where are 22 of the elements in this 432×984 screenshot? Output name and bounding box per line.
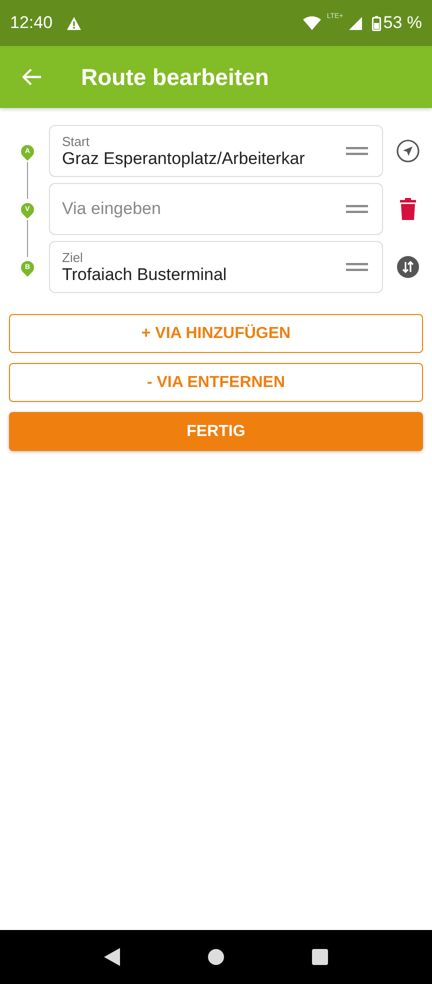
stop-field[interactable]: Ziel Trofaiach Busterminal	[49, 241, 383, 293]
wifi-icon	[302, 16, 321, 30]
field-label: Start	[62, 134, 90, 148]
warning-icon	[66, 16, 81, 30]
swap-icon[interactable]	[396, 255, 420, 279]
input-field[interactable]: Via eingeben	[62, 199, 342, 219]
battery-icon	[372, 16, 382, 30]
signal-icon	[349, 16, 362, 30]
input-field[interactable]: Trofaiach Busterminal	[62, 264, 342, 284]
drag-handle-icon[interactable]	[346, 205, 368, 213]
field-label: Ziel	[62, 250, 84, 264]
back-nav-icon[interactable]	[104, 948, 120, 966]
locate-icon[interactable]	[396, 139, 420, 163]
battery-level: 53 %	[383, 13, 422, 33]
stop-field[interactable]: Via eingeben	[49, 183, 383, 235]
drag-handle-icon[interactable]	[346, 263, 368, 271]
home-nav-icon[interactable]	[208, 949, 224, 965]
input-field[interactable]: Graz Esperantoplatz/Arbeiterkar	[62, 148, 342, 168]
screen-title: Route bearbeiten	[81, 64, 269, 90]
clock: 12:40	[10, 13, 53, 33]
drag-handle-icon[interactable]	[346, 147, 368, 155]
stop-field[interactable]: Start Graz Esperantoplatz/Arbeiterkar	[49, 125, 383, 177]
